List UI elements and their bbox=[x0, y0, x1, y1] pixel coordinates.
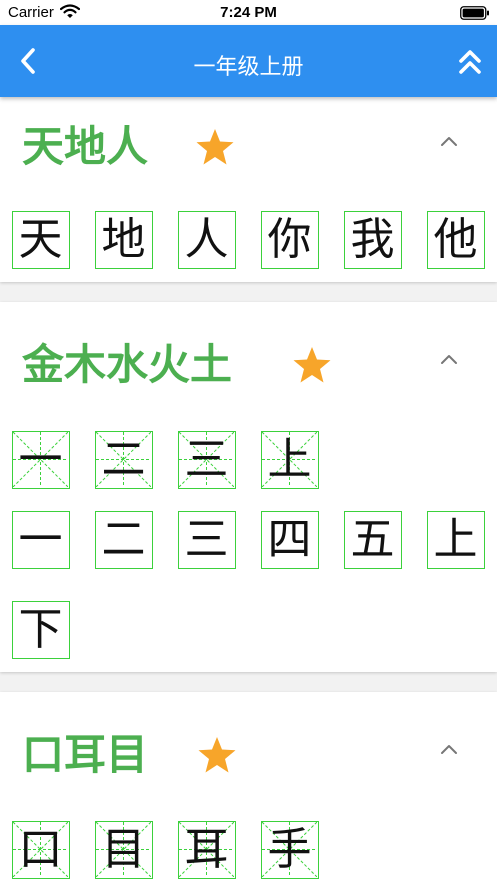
lesson-title: 天地人 bbox=[22, 122, 149, 171]
character-tile[interactable]: 你 bbox=[261, 211, 319, 269]
chevron-up-icon[interactable] bbox=[439, 742, 459, 756]
character-tile[interactable]: 二 bbox=[95, 511, 153, 569]
lesson-card: 口耳目口目耳手 bbox=[0, 692, 497, 883]
star-icon[interactable] bbox=[292, 345, 332, 385]
hanzi-character: 口 bbox=[18, 824, 63, 875]
hanzi-character: 二 bbox=[101, 434, 146, 485]
battery-icon bbox=[460, 6, 489, 20]
character-tile[interactable]: 三 bbox=[178, 511, 236, 569]
lesson-card: 天地人天地人你我他 bbox=[0, 97, 497, 282]
practice-grid-tile[interactable]: 二 bbox=[95, 431, 153, 489]
character-tile[interactable]: 我 bbox=[344, 211, 402, 269]
hanzi-character: 耳 bbox=[184, 824, 229, 875]
hanzi-character: 下 bbox=[18, 604, 63, 655]
hanzi-character: 你 bbox=[267, 214, 312, 265]
hanzi-character: 二 bbox=[101, 514, 146, 565]
character-tile[interactable]: 他 bbox=[427, 211, 485, 269]
status-time: 7:24 PM bbox=[220, 4, 277, 21]
hanzi-character: 上 bbox=[433, 514, 478, 565]
hanzi-character: 天 bbox=[18, 214, 63, 265]
lesson-title: 金木水火土 bbox=[22, 340, 233, 389]
hanzi-character: 一 bbox=[18, 514, 63, 565]
lesson-title: 口耳目 bbox=[22, 730, 149, 779]
character-tile[interactable]: 下 bbox=[12, 601, 70, 659]
hanzi-character: 地 bbox=[101, 214, 146, 265]
hanzi-character: 手 bbox=[267, 824, 312, 875]
hanzi-character: 一 bbox=[18, 434, 63, 485]
practice-grid-tile[interactable]: 上 bbox=[261, 431, 319, 489]
hanzi-character: 三 bbox=[184, 434, 229, 485]
character-tile[interactable]: 五 bbox=[344, 511, 402, 569]
hanzi-character: 上 bbox=[267, 434, 312, 485]
character-tile[interactable]: 人 bbox=[178, 211, 236, 269]
practice-grid-tile[interactable]: 一 bbox=[12, 431, 70, 489]
lesson-card: 金木水火土一二三上一二三四五上下 bbox=[0, 302, 497, 672]
practice-grid-tile[interactable]: 三 bbox=[178, 431, 236, 489]
character-tile[interactable]: 天 bbox=[12, 211, 70, 269]
double-chevron-up-icon[interactable] bbox=[458, 48, 482, 76]
hanzi-character: 三 bbox=[184, 514, 229, 565]
character-tile[interactable]: 四 bbox=[261, 511, 319, 569]
star-icon[interactable] bbox=[195, 127, 235, 167]
chevron-up-icon[interactable] bbox=[439, 134, 459, 148]
status-bar: Carrier 7:24 PM bbox=[0, 0, 497, 25]
chevron-up-icon[interactable] bbox=[439, 352, 459, 366]
hanzi-character: 五 bbox=[350, 514, 395, 565]
star-icon[interactable] bbox=[197, 735, 237, 775]
screen: Carrier 7:24 PM 一年级上册 天地人天地人你我他金木水火土一二三上… bbox=[0, 0, 497, 883]
hanzi-character: 他 bbox=[433, 214, 478, 265]
nav-title: 一年级上册 bbox=[193, 55, 304, 80]
character-tile[interactable]: 一 bbox=[12, 511, 70, 569]
practice-grid-tile[interactable]: 耳 bbox=[178, 821, 236, 879]
hanzi-character: 四 bbox=[267, 514, 312, 565]
practice-grid-tile[interactable]: 口 bbox=[12, 821, 70, 879]
hanzi-character: 我 bbox=[350, 214, 395, 265]
hanzi-character: 人 bbox=[184, 214, 229, 265]
practice-grid-tile[interactable]: 手 bbox=[261, 821, 319, 879]
character-tile[interactable]: 地 bbox=[95, 211, 153, 269]
character-tile[interactable]: 上 bbox=[427, 511, 485, 569]
hanzi-character: 目 bbox=[101, 824, 146, 875]
practice-grid-tile[interactable]: 目 bbox=[95, 821, 153, 879]
nav-bar: 一年级上册 bbox=[0, 25, 497, 97]
